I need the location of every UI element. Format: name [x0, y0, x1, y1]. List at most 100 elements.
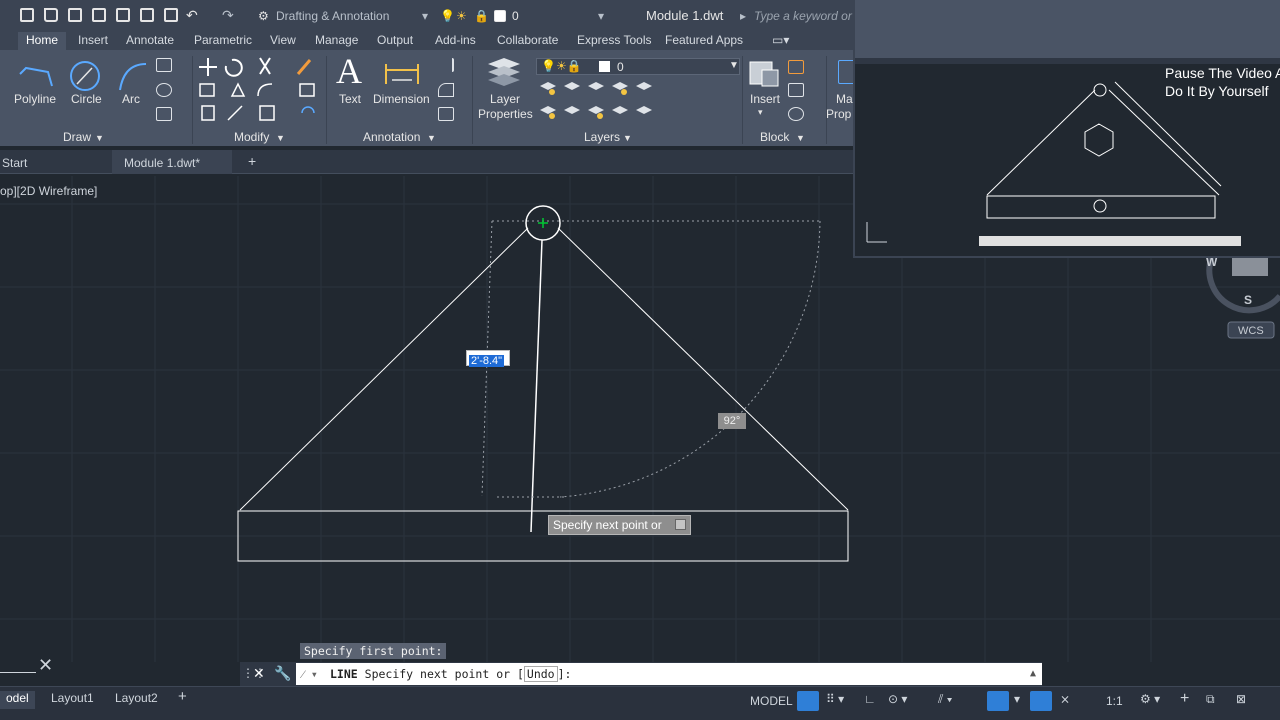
tab-parametric[interactable]: Parametric [194, 33, 252, 47]
tab-layout2[interactable]: Layout2 [115, 691, 158, 705]
tab-view[interactable]: View [270, 33, 296, 47]
polyline-button[interactable]: Polyline [14, 92, 56, 106]
text-icon[interactable]: A [336, 50, 362, 92]
circle-button[interactable]: Circle [71, 92, 102, 106]
layer-dropdown[interactable]: 💡☀🔒 0 ▼ [536, 58, 740, 75]
layers-panel-expand-icon[interactable]: ▼ [623, 133, 632, 143]
edit-block-icon[interactable] [788, 83, 804, 97]
layer-properties-button-line1[interactable]: Layer [490, 92, 520, 106]
layer-dropdown-chevron-icon: ▼ [729, 60, 739, 71]
tab-collaborate[interactable]: Collaborate [497, 33, 558, 47]
layer-dropdown-icon[interactable]: ▾ [598, 9, 604, 23]
save-as-icon[interactable] [92, 8, 106, 22]
arc-button[interactable]: Arc [122, 92, 140, 106]
new-tab-icon[interactable]: + [248, 153, 256, 169]
customize-wrench-icon[interactable]: 🔧 [274, 665, 291, 682]
annotation-scale[interactable]: 1:1 [1106, 694, 1123, 708]
tab-annotate[interactable]: Annotate [126, 33, 174, 47]
multileader-icon[interactable] [438, 83, 454, 97]
match-properties-line2[interactable]: Prop [826, 107, 851, 121]
command-input[interactable]: ⁄ ▾ LINE Specify next point or [Undo]: ▲ [296, 663, 1042, 685]
tab-express-tools[interactable]: Express Tools [577, 33, 651, 47]
osnap-dropdown-icon[interactable]: ▾ [1014, 692, 1020, 706]
tab-home[interactable]: Home [18, 32, 67, 50]
dynamic-input-length[interactable]: 2'-8.4" [466, 350, 510, 367]
viewport-label[interactable]: op][2D Wireframe] [0, 184, 97, 198]
leader-icon[interactable] [438, 58, 454, 72]
save-icon[interactable] [68, 8, 82, 22]
block-panel-expand-icon[interactable]: ▼ [796, 133, 805, 143]
isodraft-icon[interactable]: ⫽ ▾ [938, 692, 953, 707]
lock-icon[interactable]: 🔒 [474, 9, 489, 23]
web-open-icon[interactable] [116, 8, 130, 22]
layer-properties-icon[interactable] [486, 56, 522, 90]
layer-properties-button-line2[interactable]: Properties [478, 107, 533, 121]
polar-icon[interactable]: ⊙ ▾ [888, 692, 907, 706]
lightbulb-icon[interactable]: 💡 [440, 9, 455, 23]
undo-option[interactable]: Undo [523, 666, 558, 682]
tab-output[interactable]: Output [377, 33, 413, 47]
dimension-icon[interactable] [384, 58, 420, 88]
modify-panel-expand-icon[interactable]: ▼ [276, 133, 285, 143]
plot-icon[interactable] [164, 8, 178, 22]
snap-icon[interactable]: ⠿ ▾ [826, 692, 844, 706]
match-properties-line1[interactable]: Ma [836, 92, 853, 106]
annotation-panel-label[interactable]: Annotation [363, 130, 420, 144]
block-attributes-icon[interactable] [788, 107, 804, 121]
dimension-button[interactable]: Dimension [373, 92, 430, 106]
dynamic-input-angle[interactable]: 92° [718, 413, 746, 429]
sun-icon[interactable]: ☀ [456, 9, 467, 23]
redo-icon[interactable]: ↷ [222, 7, 234, 24]
table-icon[interactable] [438, 107, 454, 121]
draw-panel-label[interactable]: Draw [63, 130, 91, 144]
insert-block-icon[interactable] [748, 58, 782, 88]
qat-layer-value[interactable]: 0 [512, 9, 519, 23]
tab-insert[interactable]: Insert [78, 33, 108, 47]
layers-panel-label[interactable]: Layers [584, 130, 620, 144]
create-block-icon[interactable] [788, 60, 804, 74]
workspace-gear-icon[interactable]: ⚙ [258, 9, 269, 23]
workspace-dropdown-icon[interactable]: ▾ [422, 9, 428, 23]
hatch-icon[interactable] [156, 83, 172, 97]
modify-panel-label[interactable]: Modify [234, 130, 269, 144]
command-tooltip-text: Specify next point or [553, 518, 662, 532]
web-save-icon[interactable] [140, 8, 154, 22]
region-icon[interactable] [156, 107, 172, 121]
viewcube[interactable]: S W WCS [1206, 256, 1280, 346]
close-icon[interactable]: ✕ [38, 655, 53, 676]
ribbon-toggle-icon[interactable]: ▭▾ [772, 33, 789, 47]
add-layout-icon[interactable]: + [178, 688, 187, 705]
command-history-expand-icon[interactable]: ▲ [1030, 663, 1036, 685]
search-input[interactable]: Type a keyword or ph [754, 9, 869, 23]
block-panel-label[interactable]: Block [760, 130, 789, 144]
hardware-accel-icon[interactable]: ⊠ [1236, 692, 1246, 706]
open-icon[interactable] [44, 8, 58, 22]
model-space-toggle[interactable]: MODEL [750, 694, 793, 708]
tooltip-options-icon[interactable] [675, 519, 686, 530]
draw-panel-expand-icon[interactable]: ▼ [95, 133, 104, 143]
tab-module[interactable]: Module 1.dwt* [112, 150, 232, 174]
tab-model[interactable]: odel [0, 691, 35, 709]
start-tab[interactable]: Start [2, 156, 27, 170]
plus-icon[interactable]: + [1180, 690, 1189, 708]
ortho-icon[interactable]: ∟ [864, 692, 876, 706]
insert-button[interactable]: Insert [750, 92, 780, 106]
close-command-icon[interactable]: ✕ [253, 665, 265, 682]
undo-icon[interactable]: ↶ [186, 7, 198, 24]
annotation-panel-expand-icon[interactable]: ▼ [427, 133, 436, 143]
tab-layout1[interactable]: Layout1 [51, 691, 94, 705]
new-icon[interactable] [20, 8, 34, 22]
tab-featured-apps[interactable]: Featured Apps [665, 33, 743, 47]
object-snap-tracking-icon[interactable] [987, 691, 1009, 711]
insert-dropdown-icon[interactable]: ▾ [758, 107, 763, 118]
text-button[interactable]: Text [339, 92, 361, 106]
isolate-objects-icon[interactable]: ⧉ [1206, 692, 1215, 707]
rectangle-icon[interactable] [156, 58, 172, 72]
tab-addins[interactable]: Add-ins [435, 33, 476, 47]
tab-manage[interactable]: Manage [315, 33, 358, 47]
grid-toggle-icon[interactable] [797, 691, 819, 711]
workspace-select[interactable]: Drafting & Annotation [276, 9, 389, 23]
annotation-visibility-icon[interactable] [1030, 691, 1052, 711]
autoscale-icon[interactable]: ⨯ [1060, 692, 1070, 706]
workspace-switch-icon[interactable]: ⚙ ▾ [1140, 692, 1160, 706]
